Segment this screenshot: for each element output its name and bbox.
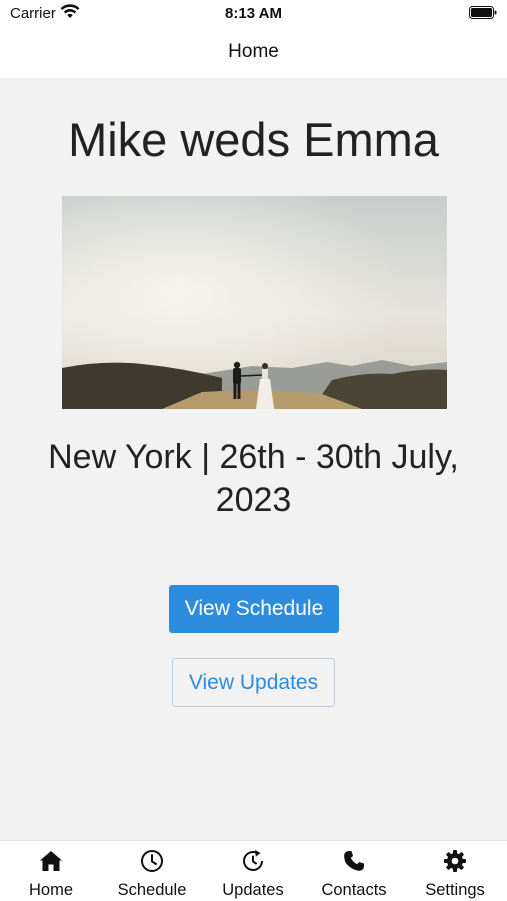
- nav-title: Home: [228, 41, 279, 62]
- tab-label: Contacts: [321, 881, 387, 899]
- hero-photo: [62, 196, 447, 409]
- view-schedule-button[interactable]: View Schedule: [169, 585, 339, 633]
- refresh-clock-icon: [241, 849, 265, 873]
- status-time: 8:13 AM: [225, 5, 282, 22]
- tab-settings[interactable]: Settings: [405, 841, 505, 901]
- phone-icon: [342, 849, 366, 873]
- tab-label: Updates: [222, 881, 284, 899]
- tab-contacts[interactable]: Contacts: [304, 841, 404, 901]
- tab-bar: Home Schedule Updates Contacts Settings: [0, 840, 507, 901]
- tab-updates[interactable]: Updates: [203, 841, 303, 901]
- status-bar: Carrier 8:13 AM: [0, 0, 507, 28]
- navigation-bar: Home: [0, 28, 507, 78]
- tab-label: Settings: [425, 881, 485, 899]
- tab-label: Home: [28, 881, 73, 899]
- tab-schedule[interactable]: Schedule: [102, 841, 202, 901]
- battery-icon: [469, 6, 497, 19]
- home-icon: [39, 849, 63, 873]
- event-details: New York | 26th - 30th July, 2023: [48, 438, 459, 519]
- page-heading: Mike weds Emma: [68, 113, 439, 166]
- view-updates-button[interactable]: View Updates: [172, 658, 335, 707]
- tab-label: Schedule: [117, 881, 187, 899]
- tab-home[interactable]: Home: [1, 841, 101, 901]
- gear-icon: [443, 849, 467, 873]
- clock-icon: [140, 849, 164, 873]
